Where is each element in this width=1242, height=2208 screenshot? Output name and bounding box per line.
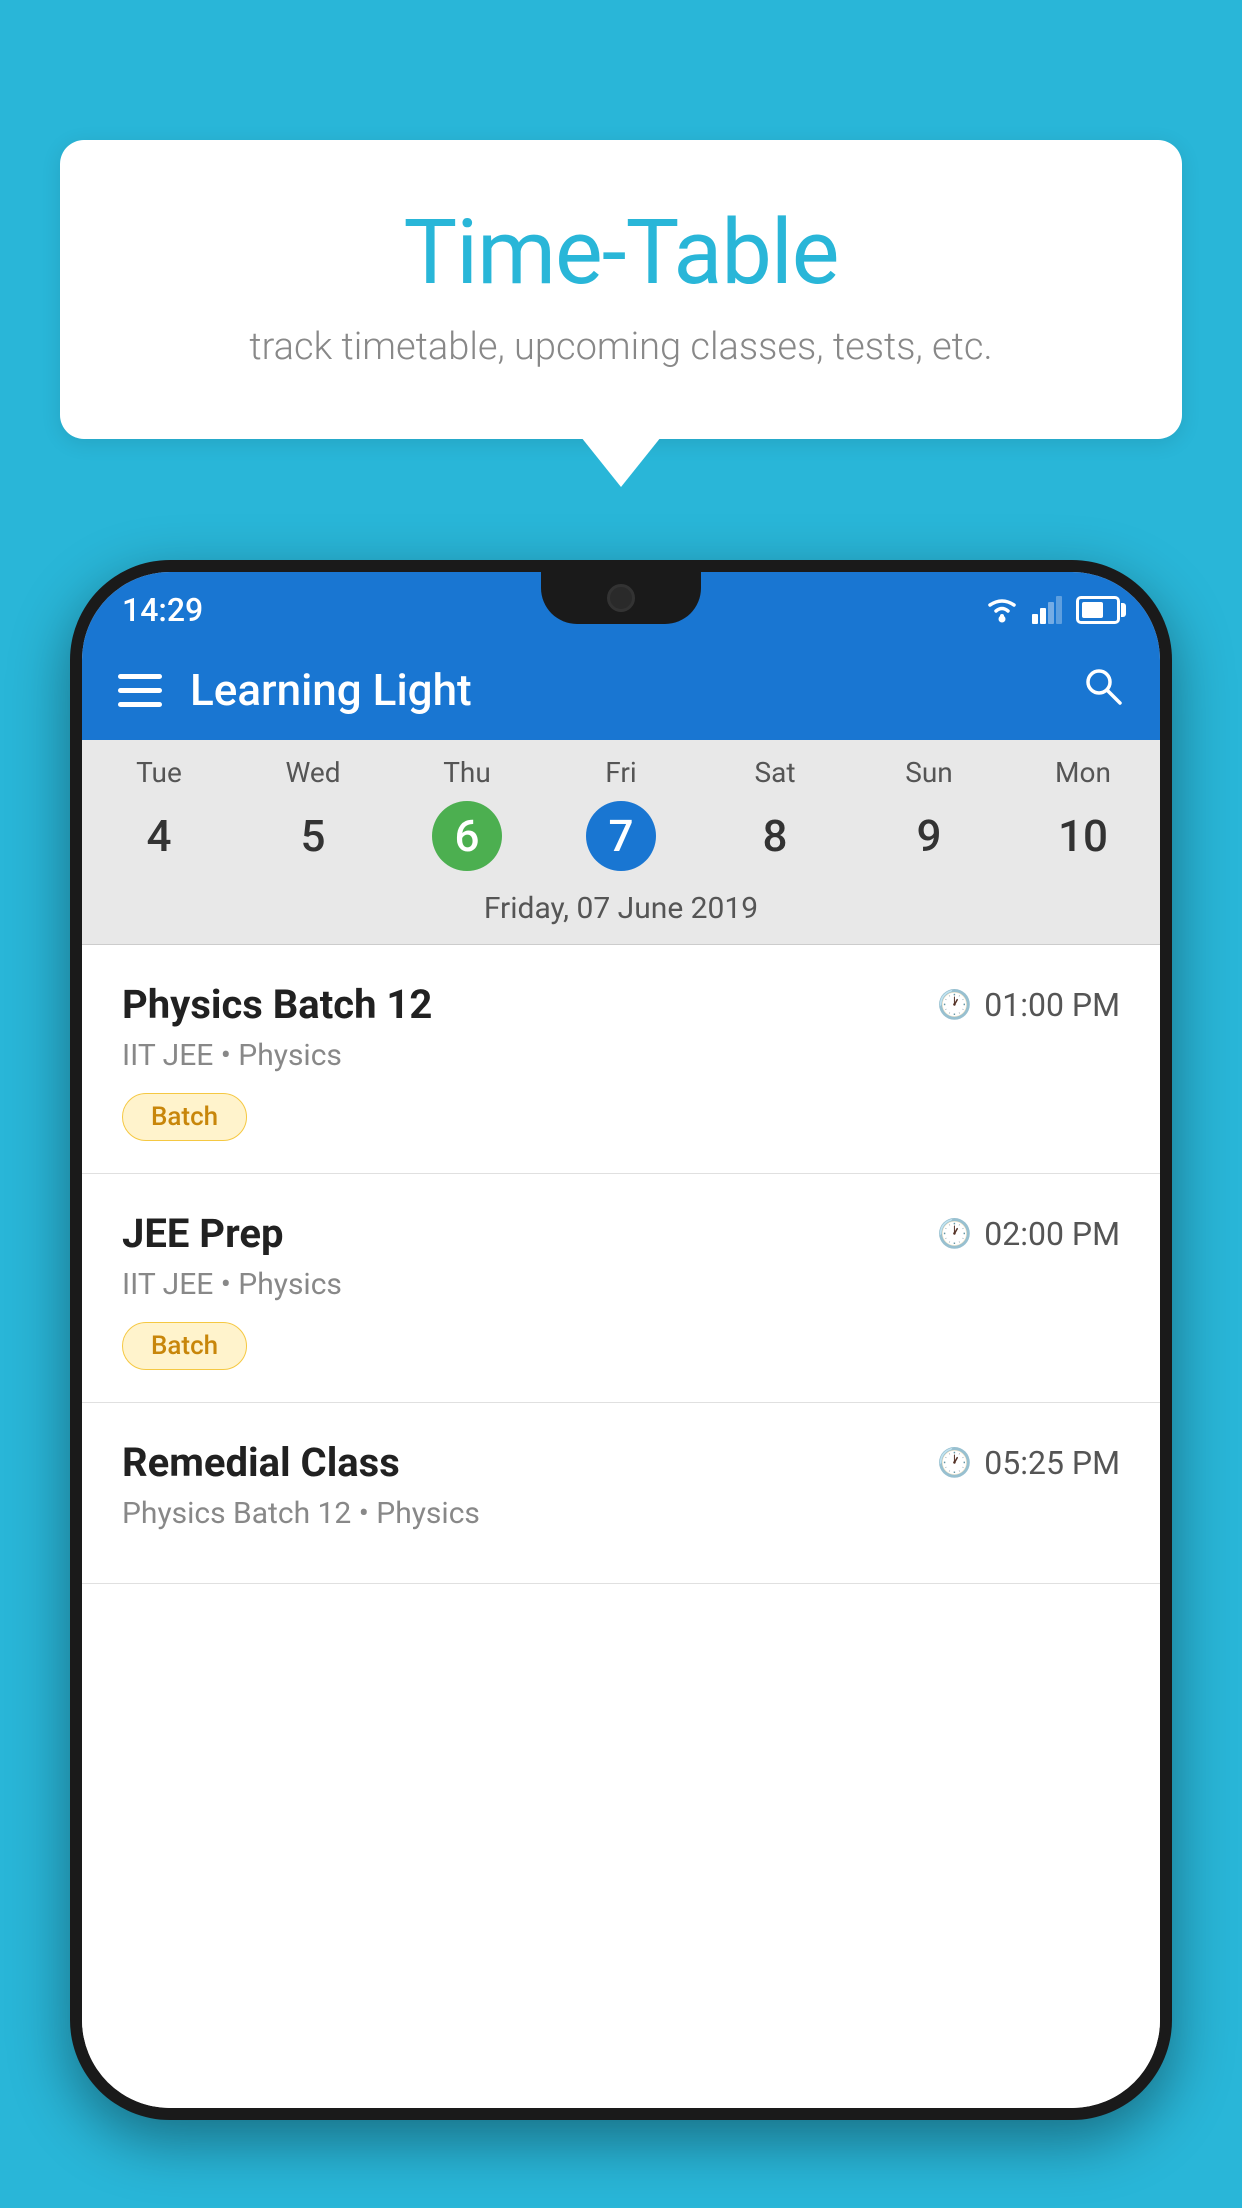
- app-bar: Learning Light: [82, 640, 1160, 740]
- day-name: Fri: [544, 756, 698, 789]
- calendar-week-header: Tue 4 Wed 5 Thu 6 Fri 7 Sat 8 Sun 9 Mon 10: [82, 740, 1160, 879]
- time-value: 01:00 PM: [984, 986, 1120, 1024]
- schedule-item-subtitle: IIT JEE • Physics: [122, 1038, 1120, 1073]
- status-time: 14:29: [122, 591, 203, 629]
- bubble-subtitle: track timetable, upcoming classes, tests…: [140, 325, 1102, 369]
- selected-date-label: Friday, 07 June 2019: [82, 879, 1160, 945]
- day-col[interactable]: Thu 6: [390, 756, 544, 871]
- day-col[interactable]: Tue 4: [82, 756, 236, 871]
- schedule-item[interactable]: Physics Batch 12 🕐 01:00 PM IIT JEE • Physi…: [82, 945, 1160, 1174]
- phone-camera: [607, 584, 635, 612]
- phone-screen: 14:29: [82, 572, 1160, 2108]
- day-col[interactable]: Sun 9: [852, 756, 1006, 871]
- speech-bubble: Time-Table track timetable, upcoming cla…: [60, 140, 1182, 439]
- app-title: Learning Light: [190, 664, 1052, 716]
- day-number: 9: [894, 801, 964, 871]
- day-number: 4: [124, 801, 194, 871]
- day-name: Wed: [236, 756, 390, 789]
- schedule-item-subtitle: IIT JEE • Physics: [122, 1267, 1120, 1302]
- schedule-item-title: Remedial Class: [122, 1439, 400, 1486]
- day-number: 10: [1048, 801, 1118, 871]
- schedule-container: Physics Batch 12 🕐 01:00 PM IIT JEE • Physi…: [82, 945, 1160, 2108]
- schedule-item-time: 🕐 02:00 PM: [937, 1215, 1120, 1253]
- day-name: Thu: [390, 756, 544, 789]
- phone-mockup: 14:29: [70, 560, 1172, 2208]
- signal-icon: [1032, 596, 1064, 624]
- schedule-item-time: 🕐 01:00 PM: [937, 986, 1120, 1024]
- schedule-item-time: 🕐 05:25 PM: [937, 1444, 1120, 1482]
- batch-badge: Batch: [122, 1093, 247, 1141]
- wifi-icon: [984, 596, 1020, 624]
- day-name: Sat: [698, 756, 852, 789]
- time-value: 02:00 PM: [984, 1215, 1120, 1253]
- day-name: Tue: [82, 756, 236, 789]
- clock-icon: 🕐: [937, 1217, 972, 1250]
- clock-icon: 🕐: [937, 988, 972, 1021]
- day-col[interactable]: Wed 5: [236, 756, 390, 871]
- schedule-item-header: JEE Prep 🕐 02:00 PM: [122, 1210, 1120, 1257]
- schedule-item-header: Remedial Class 🕐 05:25 PM: [122, 1439, 1120, 1486]
- schedule-item-subtitle: Physics Batch 12 • Physics: [122, 1496, 1120, 1531]
- day-number: 8: [740, 801, 810, 871]
- hamburger-icon[interactable]: [118, 674, 162, 707]
- schedule-item-title: JEE Prep: [122, 1210, 283, 1257]
- schedule-item[interactable]: Remedial Class 🕐 05:25 PM Physics Batch 12 …: [82, 1403, 1160, 1584]
- battery-fill: [1082, 602, 1103, 618]
- day-col[interactable]: Fri 7: [544, 756, 698, 871]
- speech-bubble-container: Time-Table track timetable, upcoming cla…: [60, 140, 1182, 439]
- clock-icon: 🕐: [937, 1446, 972, 1479]
- status-icons: [984, 596, 1120, 624]
- bubble-title: Time-Table: [140, 200, 1102, 305]
- schedule-item-header: Physics Batch 12 🕐 01:00 PM: [122, 981, 1120, 1028]
- schedule-item[interactable]: JEE Prep 🕐 02:00 PM IIT JEE • Physics Batch: [82, 1174, 1160, 1403]
- battery-icon: [1076, 596, 1120, 624]
- phone-notch: [541, 572, 701, 624]
- day-col[interactable]: Mon 10: [1006, 756, 1160, 871]
- search-icon[interactable]: [1080, 663, 1124, 718]
- batch-badge: Batch: [122, 1322, 247, 1370]
- day-number: 6: [432, 801, 502, 871]
- phone-outer: 14:29: [70, 560, 1172, 2120]
- day-name: Mon: [1006, 756, 1160, 789]
- day-col[interactable]: Sat 8: [698, 756, 852, 871]
- day-number: 5: [278, 801, 348, 871]
- day-name: Sun: [852, 756, 1006, 789]
- schedule-item-title: Physics Batch 12: [122, 981, 432, 1028]
- day-number: 7: [586, 801, 656, 871]
- time-value: 05:25 PM: [984, 1444, 1120, 1482]
